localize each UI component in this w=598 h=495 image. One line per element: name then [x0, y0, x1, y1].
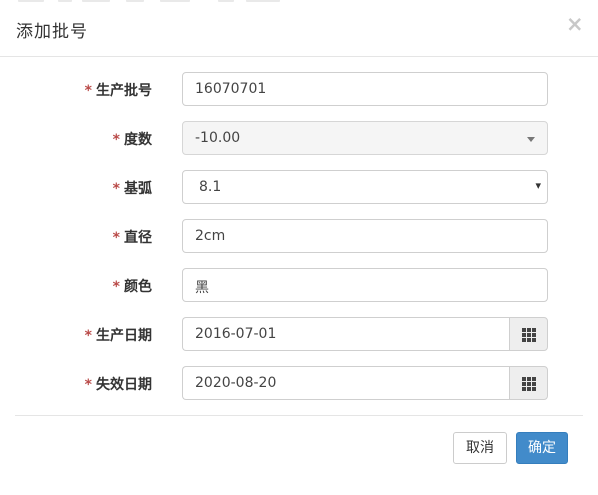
form-row-base-curve: * 基弧 8.1 ▾	[0, 170, 598, 204]
batch-no-label: * 生产批号	[84, 83, 152, 99]
form-row-diameter: * 直径 2cm	[0, 219, 598, 253]
production-date-picker: 2016-07-01	[182, 317, 548, 351]
diameter-input[interactable]: 2cm	[182, 219, 548, 253]
expiry-date-picker: 2020-08-20	[182, 366, 548, 400]
required-mark: *	[112, 279, 120, 295]
required-mark: *	[84, 83, 92, 99]
production-date-label: * 生产日期	[84, 328, 152, 344]
batch-no-input[interactable]: 16070701	[182, 72, 548, 106]
color-label: * 颜色	[112, 279, 152, 295]
required-mark: *	[84, 328, 92, 344]
expiry-date-calendar-button[interactable]	[509, 366, 548, 400]
cancel-button[interactable]: 取消	[453, 432, 507, 464]
form-row-batch-no: * 生产批号 16070701	[0, 72, 598, 106]
calendar-grid-icon	[522, 377, 536, 391]
close-button[interactable]: ×	[566, 14, 584, 35]
confirm-button[interactable]: 确定	[516, 432, 568, 464]
expiry-date-label: * 失效日期	[84, 377, 152, 393]
production-date-calendar-button[interactable]	[509, 317, 548, 351]
add-batch-dialog: 添加批号 × * 生产批号 16070701 * 度数 -10.00 * 基弧 8.1…	[0, 0, 598, 495]
degree-select[interactable]: -10.00	[182, 121, 548, 155]
diameter-label: * 直径	[112, 230, 152, 246]
base-curve-label: * 基弧	[112, 181, 152, 197]
form-row-production-date: * 生产日期 2016-07-01	[0, 317, 598, 351]
calendar-grid-icon	[522, 328, 536, 342]
form-row-color: * 颜色 黑	[0, 268, 598, 302]
dialog-header: 添加批号 ×	[0, 0, 598, 57]
caret-down-icon	[527, 137, 535, 142]
production-date-input[interactable]: 2016-07-01	[182, 317, 510, 351]
degree-label: * 度数	[112, 132, 152, 148]
required-mark: *	[112, 181, 120, 197]
required-mark: *	[84, 377, 92, 393]
form-row-expiry-date: * 失效日期 2020-08-20	[0, 366, 598, 400]
form-row-degree: * 度数 -10.00	[0, 121, 598, 155]
dialog-title: 添加批号	[16, 22, 88, 42]
footer-divider	[15, 415, 583, 416]
select-arrow-icon: ▾	[535, 179, 541, 192]
base-curve-select[interactable]: 8.1 ▾	[182, 170, 548, 204]
required-mark: *	[112, 132, 120, 148]
required-mark: *	[112, 230, 120, 246]
color-input[interactable]: 黑	[182, 268, 548, 302]
expiry-date-input[interactable]: 2020-08-20	[182, 366, 510, 400]
